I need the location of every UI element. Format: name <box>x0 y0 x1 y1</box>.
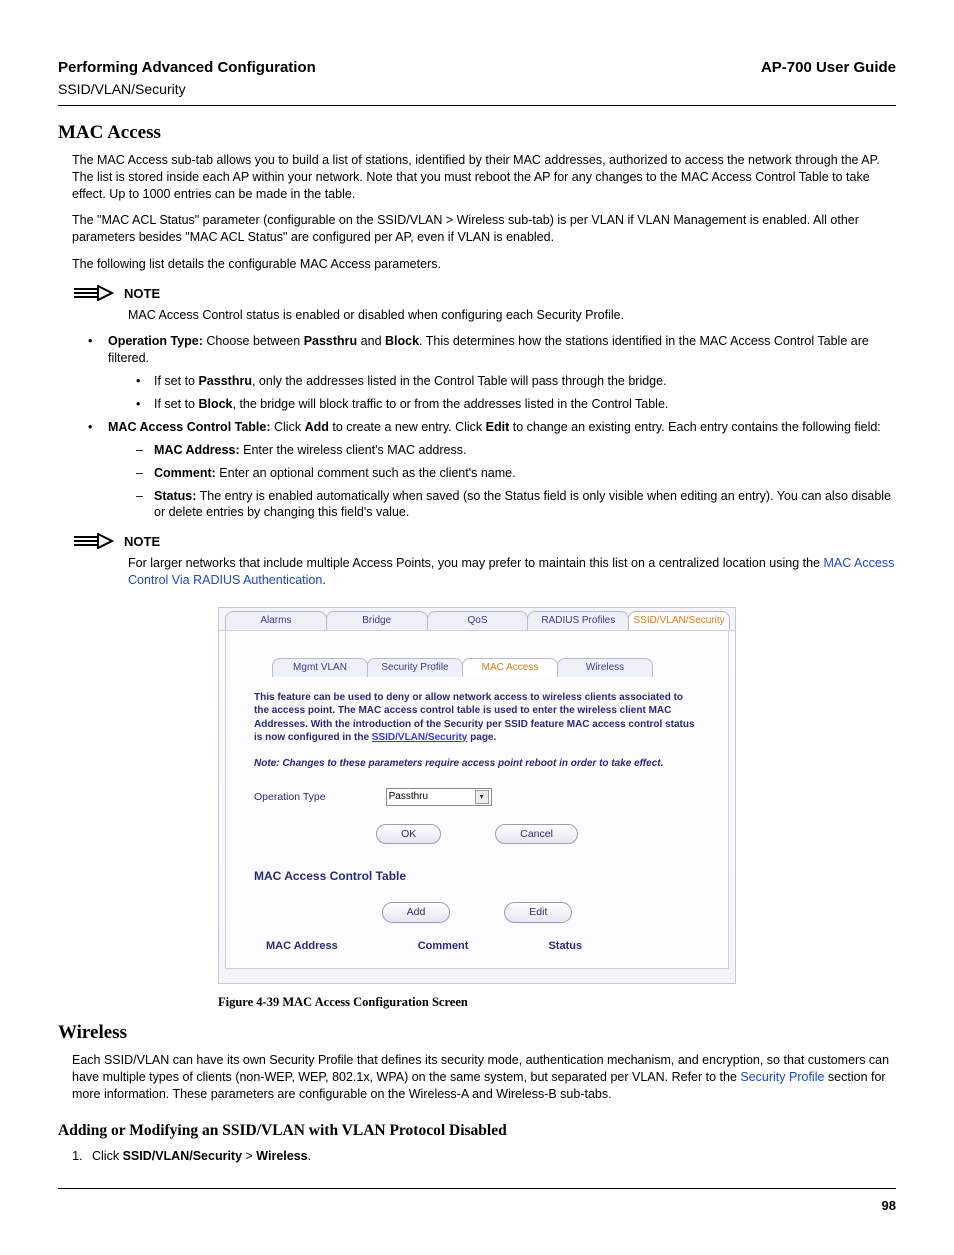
note-block-2: NOTE <box>72 533 896 551</box>
param-op-lead: Operation Type: <box>108 334 203 348</box>
figure-mac-access-screen: Alarms Bridge QoS RADIUS Profiles SSID/V… <box>218 607 736 1011</box>
note-arrow-icon <box>72 533 114 549</box>
ui-operation-type-label: Operation Type <box>254 790 326 804</box>
ok-button[interactable]: OK <box>376 824 441 844</box>
ui-description: This feature can be used to deny or allo… <box>254 691 700 745</box>
tab-alarms[interactable]: Alarms <box>225 611 327 630</box>
param-mac-status: Status: The entry is enabled automatical… <box>130 488 896 522</box>
mac-access-paragraph-3: The following list details the configura… <box>72 256 896 273</box>
col-mac-address: MAC Address <box>266 939 338 954</box>
chevron-down-icon: ▾ <box>475 790 489 804</box>
param-mac-lead: MAC Access Control Table: <box>108 420 271 434</box>
note-label-2: NOTE <box>124 533 160 551</box>
section-mac-access-title: MAC Access <box>58 120 896 146</box>
ui-operation-type-value: Passthru <box>389 790 428 804</box>
col-status: Status <box>548 939 582 954</box>
page-header: Performing Advanced Configuration AP-700… <box>58 58 896 78</box>
note-label-1: NOTE <box>124 285 160 303</box>
param-mac-address: MAC Address: Enter the wireless client's… <box>130 442 896 459</box>
header-subtitle: SSID/VLAN/Security <box>58 80 896 99</box>
parameter-list: Operation Type: Choose between Passthru … <box>82 333 896 521</box>
ui-top-tabs: Alarms Bridge QoS RADIUS Profiles SSID/V… <box>219 608 735 631</box>
footer-rule <box>58 1188 896 1189</box>
subtab-wireless[interactable]: Wireless <box>557 658 653 677</box>
tab-ssid-vlan-security[interactable]: SSID/VLAN/Security <box>628 611 730 630</box>
cancel-button[interactable]: Cancel <box>495 824 578 844</box>
ui-panel: Alarms Bridge QoS RADIUS Profiles SSID/V… <box>218 607 736 984</box>
col-comment: Comment <box>418 939 469 954</box>
section-wireless-title: Wireless <box>58 1020 896 1046</box>
note-text-2: For larger networks that include multipl… <box>128 555 896 589</box>
ui-operation-type-row: Operation Type Passthru ▾ <box>254 788 700 806</box>
ui-reboot-note: Note: Changes to these parameters requir… <box>254 757 700 771</box>
mac-access-paragraph-2: The "MAC ACL Status" parameter (configur… <box>72 212 896 246</box>
param-op-passthru: If set to Passthru, only the addresses l… <box>130 373 896 390</box>
param-mac-comment: Comment: Enter an optional comment such … <box>130 465 896 482</box>
add-button[interactable]: Add <box>382 902 451 922</box>
edit-button[interactable]: Edit <box>504 902 572 922</box>
ui-button-row-2: Add Edit <box>254 902 700 922</box>
subtab-mac-access[interactable]: MAC Access <box>462 658 558 677</box>
figure-caption: Figure 4-39 MAC Access Configuration Scr… <box>218 994 736 1011</box>
mac-access-paragraph-1: The MAC Access sub-tab allows you to bui… <box>72 152 896 203</box>
tab-bridge[interactable]: Bridge <box>326 611 428 630</box>
param-op-block: If set to Block, the bridge will block t… <box>130 396 896 413</box>
note-arrow-icon <box>72 285 114 301</box>
header-title-right: AP-700 User Guide <box>761 58 896 78</box>
header-title-left: Performing Advanced Configuration <box>58 58 316 78</box>
param-mac-table: MAC Access Control Table: Click Add to c… <box>82 419 896 521</box>
subtab-mgmt-vlan[interactable]: Mgmt VLAN <box>272 658 368 677</box>
ui-table-heading: MAC Access Control Table <box>254 868 700 884</box>
page-number: 98 <box>58 1197 896 1215</box>
tab-radius-profiles[interactable]: RADIUS Profiles <box>527 611 629 630</box>
ui-sub-tabs: Mgmt VLAN Security Profile MAC Access Wi… <box>254 651 700 677</box>
wireless-paragraph: Each SSID/VLAN can have its own Security… <box>72 1052 896 1103</box>
tab-qos[interactable]: QoS <box>427 611 529 630</box>
ui-operation-type-select[interactable]: Passthru ▾ <box>386 788 492 806</box>
subsection-add-modify-title: Adding or Modifying an SSID/VLAN with VL… <box>58 1121 896 1142</box>
param-operation-type: Operation Type: Choose between Passthru … <box>82 333 896 413</box>
ui-table-columns: MAC Address Comment Status <box>254 939 700 954</box>
ui-link-ssid-vlan[interactable]: SSID/VLAN/Security <box>372 732 468 743</box>
subtab-security-profile[interactable]: Security Profile <box>367 658 463 677</box>
ui-inner-panel: Mgmt VLAN Security Profile MAC Access Wi… <box>225 631 729 969</box>
ui-button-row-1: OK Cancel <box>254 824 700 844</box>
step-1: Click SSID/VLAN/Security > Wireless. <box>86 1148 896 1165</box>
note-block-1: NOTE <box>72 285 896 303</box>
steps-list: Click SSID/VLAN/Security > Wireless. <box>86 1148 896 1165</box>
note-text-1: MAC Access Control status is enabled or … <box>128 307 896 324</box>
link-security-profile[interactable]: Security Profile <box>740 1070 824 1084</box>
header-rule <box>58 105 896 106</box>
